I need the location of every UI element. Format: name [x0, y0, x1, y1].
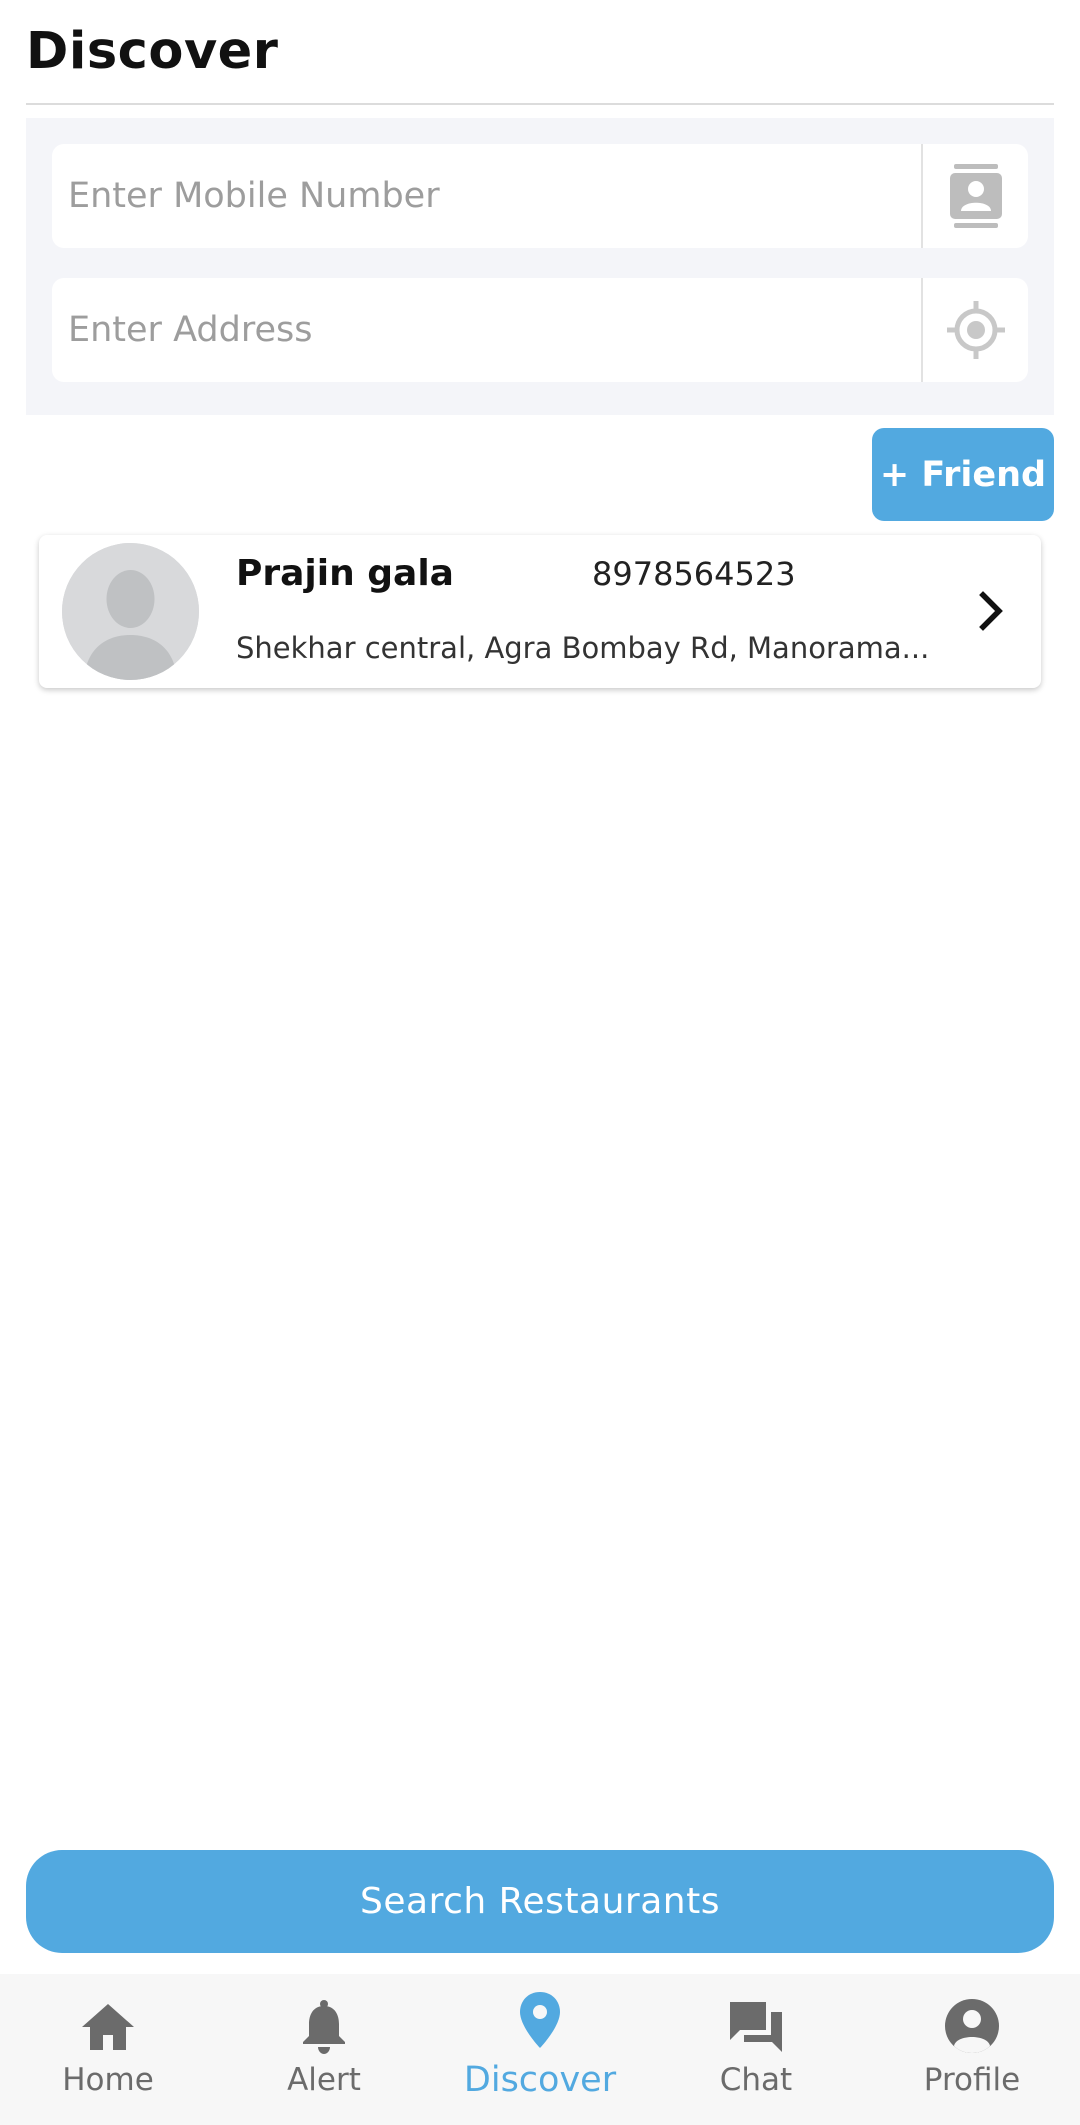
address-field	[52, 278, 1028, 382]
friend-phone: 8978564523	[592, 555, 796, 593]
add-friend-button[interactable]: + Friend	[872, 428, 1054, 521]
friend-name: Prajin gala	[236, 553, 454, 594]
nav-item-alert[interactable]: Alert	[216, 1974, 432, 2125]
title-divider	[26, 103, 1054, 105]
nav-label-alert: Alert	[287, 2062, 361, 2098]
nav-label-home: Home	[62, 2062, 154, 2098]
friend-list-item[interactable]: Prajin gala 8978564523 Shekhar central, …	[39, 535, 1041, 688]
bell-icon	[303, 2000, 345, 2054]
current-location-button[interactable]	[923, 278, 1028, 382]
nav-item-home[interactable]: Home	[0, 1974, 216, 2125]
friend-address: Shekhar central, Agra Bombay Rd, Manoram…	[236, 631, 930, 665]
location-pin-icon	[520, 1992, 560, 2048]
chat-icon	[730, 2002, 782, 2052]
search-restaurants-button[interactable]: Search Restaurants	[26, 1850, 1054, 1953]
nav-label-chat: Chat	[719, 2062, 793, 2098]
nav-item-chat[interactable]: Chat	[648, 1974, 864, 2125]
account-circle-icon	[945, 1999, 999, 2053]
mobile-number-field	[52, 144, 1028, 248]
chevron-right-icon	[979, 591, 1003, 631]
search-form-panel	[26, 118, 1054, 415]
avatar	[62, 543, 199, 680]
nav-label-profile: Profile	[923, 2062, 1021, 2098]
home-icon	[82, 2004, 134, 2050]
nav-label-discover: Discover	[463, 2060, 617, 2100]
contacts-icon	[949, 164, 1002, 228]
nav-item-profile[interactable]: Profile	[864, 1974, 1080, 2125]
default-avatar-icon	[62, 543, 199, 680]
bottom-navigation: Home Alert Discover Chat Profile	[0, 1974, 1080, 2125]
address-input[interactable]	[52, 278, 892, 382]
gps-target-icon	[946, 301, 1005, 359]
mobile-number-input[interactable]	[52, 144, 892, 248]
page-title: Discover	[26, 22, 279, 81]
nav-item-discover[interactable]: Discover	[432, 1974, 648, 2125]
contacts-button[interactable]	[923, 144, 1028, 248]
